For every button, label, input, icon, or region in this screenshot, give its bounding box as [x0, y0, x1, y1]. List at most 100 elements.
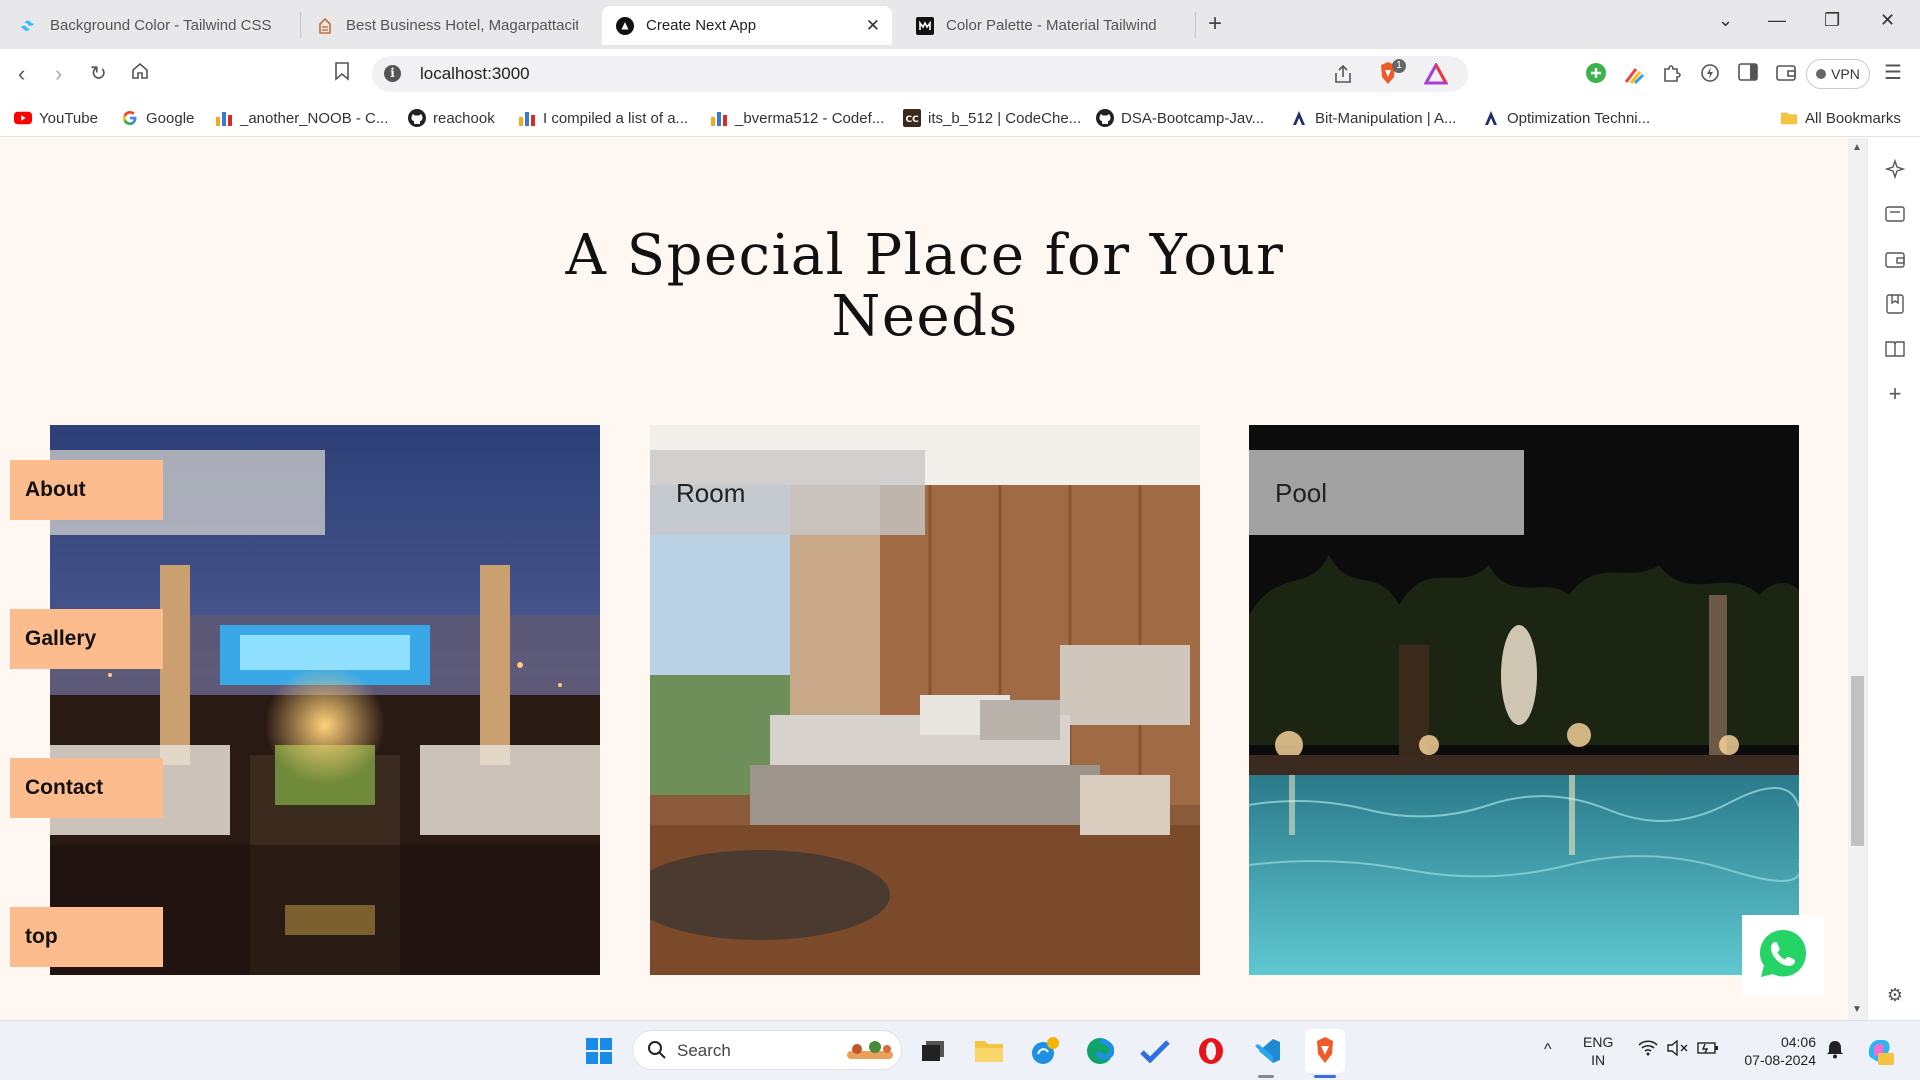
task-view-icon[interactable] — [918, 1036, 948, 1066]
github-icon — [408, 109, 426, 127]
browser-sidebar: + ⚙ — [1867, 138, 1920, 1020]
bookmark-label: YouTube — [39, 109, 98, 127]
reload-icon[interactable]: ↻ — [90, 61, 107, 86]
bookmark-bit-manipulation[interactable]: Bit-Manipulation | A... — [1290, 109, 1456, 127]
language-indicator[interactable]: ENG IN — [1583, 1033, 1613, 1069]
forward-icon[interactable]: › — [55, 61, 62, 87]
tab-create-next-app[interactable]: Create Next App ✕ — [602, 6, 892, 45]
tab-strip: Background Color - Tailwind CSS Best Bus… — [0, 0, 1920, 49]
add-extension-icon[interactable] — [1586, 63, 1606, 88]
opera-icon[interactable] — [1196, 1036, 1226, 1066]
leo-star-icon[interactable] — [1884, 158, 1906, 180]
tab-separator — [300, 12, 301, 38]
bookmark-optimization[interactable]: Optimization Techni... — [1482, 109, 1650, 127]
sidebar-toggle-icon[interactable] — [1738, 63, 1758, 86]
vscode-icon[interactable] — [1252, 1036, 1282, 1066]
bookmark-google[interactable]: Google — [121, 109, 194, 127]
close-tab-icon[interactable]: ✕ — [866, 16, 880, 36]
gallery-card-room[interactable]: Room — [650, 425, 1200, 975]
bookmark-codechef[interactable]: CC its_b_512 | CodeChe... — [903, 109, 1081, 127]
vpn-status-icon — [1816, 69, 1827, 79]
shields-count-badge: 1 — [1392, 59, 1406, 73]
tray-chevron-icon[interactable]: ^ — [1544, 1041, 1552, 1059]
taskbar-search[interactable]: Search — [632, 1030, 902, 1070]
github-icon — [1096, 109, 1114, 127]
all-bookmarks-button[interactable]: All Bookmarks — [1780, 109, 1901, 127]
tab-search-chevron-icon[interactable]: ⌄ — [1718, 10, 1733, 31]
back-icon[interactable]: ‹ — [18, 61, 25, 87]
bookmark-label: I compiled a list of a... — [543, 109, 689, 127]
windows-start-icon[interactable] — [584, 1036, 614, 1066]
sidebar-settings-icon[interactable]: ⚙ — [1884, 984, 1906, 1006]
bookmark-icon[interactable] — [334, 61, 350, 87]
battery-icon[interactable] — [1697, 1039, 1719, 1061]
restore-icon[interactable]: ❐ — [1824, 10, 1840, 31]
whatsapp-button[interactable] — [1742, 915, 1824, 997]
tab-separator — [1195, 12, 1196, 38]
volume-muted-icon[interactable] — [1667, 1039, 1689, 1060]
color-picker-extension-icon[interactable] — [1623, 63, 1645, 90]
menu-icon[interactable]: ☰ — [1884, 60, 1902, 85]
scroll-down-icon[interactable]: ▼ — [1852, 1004, 1862, 1015]
material-tailwind-icon — [916, 16, 934, 35]
vpn-button[interactable]: VPN — [1806, 59, 1870, 89]
bookmark-youtube[interactable]: YouTube — [14, 109, 98, 127]
close-window-icon[interactable]: ✕ — [1880, 10, 1895, 31]
bookmark-label: reachook — [433, 109, 495, 127]
address-bar[interactable]: i localhost:3000 1 — [372, 56, 1468, 92]
reading-card-icon[interactable] — [1884, 203, 1906, 225]
notification-bell-icon[interactable] — [1826, 1039, 1844, 1063]
bookmark-label: _bverma512 - Codef... — [735, 109, 885, 127]
tab-title: Color Palette - Material Tailwind — [946, 17, 1157, 34]
nav-contact-button[interactable]: Contact — [10, 758, 163, 818]
sidebar-add-icon[interactable]: + — [1884, 381, 1906, 406]
codechef-icon: CC — [903, 109, 921, 127]
chart-icon — [518, 109, 536, 127]
language-code: ENG — [1583, 1034, 1614, 1050]
todo-icon[interactable] — [1140, 1036, 1170, 1066]
reading-list-icon[interactable] — [1884, 338, 1906, 360]
bookmark-another-noob[interactable]: _another_NOOB - C... — [215, 109, 388, 127]
brave-browser-icon[interactable] — [1305, 1029, 1345, 1073]
url-text[interactable]: localhost:3000 — [420, 64, 530, 84]
brave-rewards-icon[interactable] — [1423, 61, 1449, 90]
tab-hotel[interactable]: Best Business Hotel, Magarpattacity — [302, 6, 592, 45]
search-label: Search — [677, 1041, 731, 1060]
sidebar-bookmarks-icon[interactable] — [1884, 293, 1906, 315]
bookmark-dsa-bootcamp[interactable]: DSA-Bootcamp-Jav... — [1096, 109, 1264, 127]
bookmark-bverma512[interactable]: _bverma512 - Codef... — [710, 109, 884, 127]
scroll-thumb[interactable] — [1851, 676, 1864, 846]
share-icon[interactable] — [1332, 63, 1354, 90]
new-tab-button[interactable]: + — [1208, 10, 1222, 38]
svg-text:CC: CC — [906, 115, 920, 125]
gallery-card-pool[interactable]: Pool — [1249, 425, 1799, 975]
minimize-icon[interactable]: — — [1768, 10, 1786, 31]
home-icon[interactable] — [130, 61, 150, 87]
sidebar-wallet-icon[interactable] — [1884, 248, 1906, 270]
copilot-app-icon[interactable] — [1030, 1036, 1060, 1066]
site-info-icon[interactable]: i — [384, 65, 401, 82]
file-explorer-icon[interactable] — [974, 1036, 1004, 1066]
windows-taskbar: Search ^ ENG IN 04:06 07-08-2024 — [0, 1020, 1920, 1080]
copilot-tray-icon[interactable] — [1864, 1035, 1894, 1069]
leo-ai-icon[interactable] — [1700, 63, 1720, 88]
extensions-puzzle-icon[interactable] — [1662, 63, 1682, 88]
nav-about-button[interactable]: About — [10, 460, 163, 520]
bookmark-compiled-list[interactable]: I compiled a list of a... — [518, 109, 688, 127]
youtube-icon — [14, 109, 32, 127]
page-scrollbar[interactable]: ▲ ▼ — [1848, 138, 1867, 1020]
bookmark-reachook[interactable]: reachook — [408, 109, 495, 127]
nav-gallery-button[interactable]: Gallery — [10, 609, 163, 669]
browser-toolbar: ‹ › ↻ i localhost:3000 1 VPN ☰ — [0, 49, 1920, 99]
bookmark-label: Bit-Manipulation | A... — [1315, 109, 1457, 127]
active-app-indicator — [1314, 1075, 1336, 1078]
wifi-icon[interactable] — [1638, 1040, 1658, 1060]
tab-material-tailwind[interactable]: Color Palette - Material Tailwind — [902, 6, 1192, 45]
clock[interactable]: 04:06 07-08-2024 — [1736, 1033, 1816, 1069]
wallet-icon[interactable] — [1776, 63, 1796, 86]
hotel-icon — [316, 17, 334, 35]
edge-icon[interactable] — [1085, 1036, 1115, 1066]
tab-tailwind-bg-color[interactable]: Background Color - Tailwind CSS — [6, 6, 298, 45]
scroll-up-icon[interactable]: ▲ — [1852, 142, 1862, 153]
nav-top-button[interactable]: top — [10, 907, 163, 967]
